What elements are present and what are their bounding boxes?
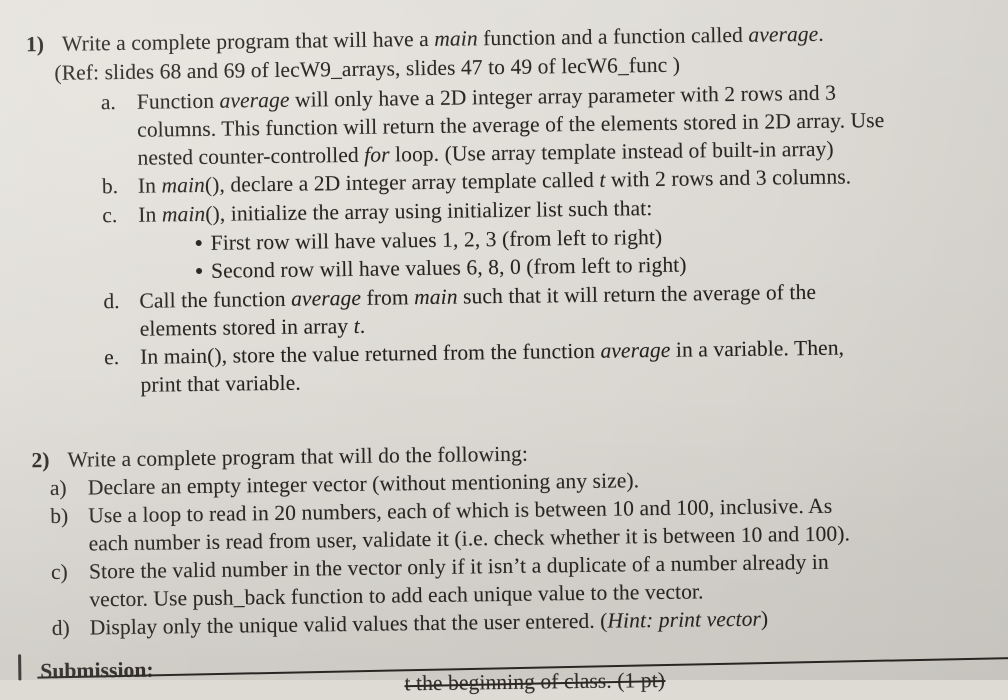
q1-item-a-line-3: nested counter-controlled for loop. (Use… [137,136,834,170]
q1-item-c-line-1: In main(), initialize the array using in… [138,196,653,227]
emphasis-term: main [414,284,458,310]
emphasis-term: average [219,87,290,113]
question-1-line-2: (Ref: slides 68 and 69 of lecW9_arrays, … [54,52,681,85]
q2-item-b-marker: b) [50,503,69,528]
q1-item-c-bullet-2-text: Second row will have values 6, 8, 0 (fro… [210,252,687,283]
emphasis-term: average [748,21,819,47]
q1-item-c-bullet-2: Second row will have values 6, 8, 0 (fro… [196,252,687,283]
q1-item-a-marker: a. [100,90,116,115]
q1-item-d-line-1: Call the function average from main such… [139,279,817,313]
bullet-icon [196,268,203,275]
q1-item-c-bullet-1: First row will have values 1, 2, 3 (from… [195,224,663,255]
emphasis-term: main [161,201,206,227]
emphasis-term: for [364,142,390,167]
q1-item-e-line-1: In main(), store the value returned from… [140,335,845,369]
emphasis-term: average [290,285,362,311]
emphasis-term: average [600,337,671,363]
emphasis-term: main [434,26,478,51]
q1-item-e-line-2: print that variable. [140,370,301,397]
bullet-icon [195,240,202,247]
q1-item-c-marker: c. [102,203,118,228]
q1-item-a-line-1: Function average will only have a 2D int… [136,80,837,114]
q2-item-d-line-1: Display only the unique valid values tha… [89,606,769,640]
emphasis-term: Hint: print vector [607,606,762,633]
q1-item-b-marker: b. [101,174,119,199]
q1-item-d-line-2: elements stored in array t. [139,313,366,341]
q2-item-c-marker: c) [50,559,68,584]
q2-item-c-line-1: Store the valid number in the vector onl… [88,549,829,584]
q1-item-b-line-1: In main(), declare a 2D integer array te… [137,164,852,198]
left-margin-bar [18,654,21,681]
q2-item-a-line-1: Declare an empty integer vector (without… [87,468,640,500]
question-1-marker: 1) [25,31,45,57]
q2-item-c-line-2: vector. Use push_back function to add ea… [89,579,704,612]
emphasis-term: main [161,172,206,198]
footer-clipped-text: t the beginning of class. (1 pt) [404,669,666,695]
q1-item-c-bullet-1-text: First row will have values 1, 2, 3 (from… [210,224,663,255]
q2-item-d-marker: d) [51,615,70,640]
q1-item-e-marker: e. [104,345,120,370]
ghost-showthrough-text [151,411,155,428]
assignment-sheet: 1) Write a complete program that will ha… [0,0,1008,695]
emphasis-term: t [599,167,606,192]
question-2-marker: 2) [31,447,50,473]
question-2-line-1: Write a complete program that will do th… [67,441,529,472]
emphasis-term: t [353,313,360,338]
q2-item-a-marker: a) [49,475,67,500]
question-1-line-1: Write a complete program that will have … [61,21,824,56]
footer-clipped-line: t the beginning of class. (1 pt) [404,670,665,695]
q1-item-d-marker: d. [103,289,120,314]
